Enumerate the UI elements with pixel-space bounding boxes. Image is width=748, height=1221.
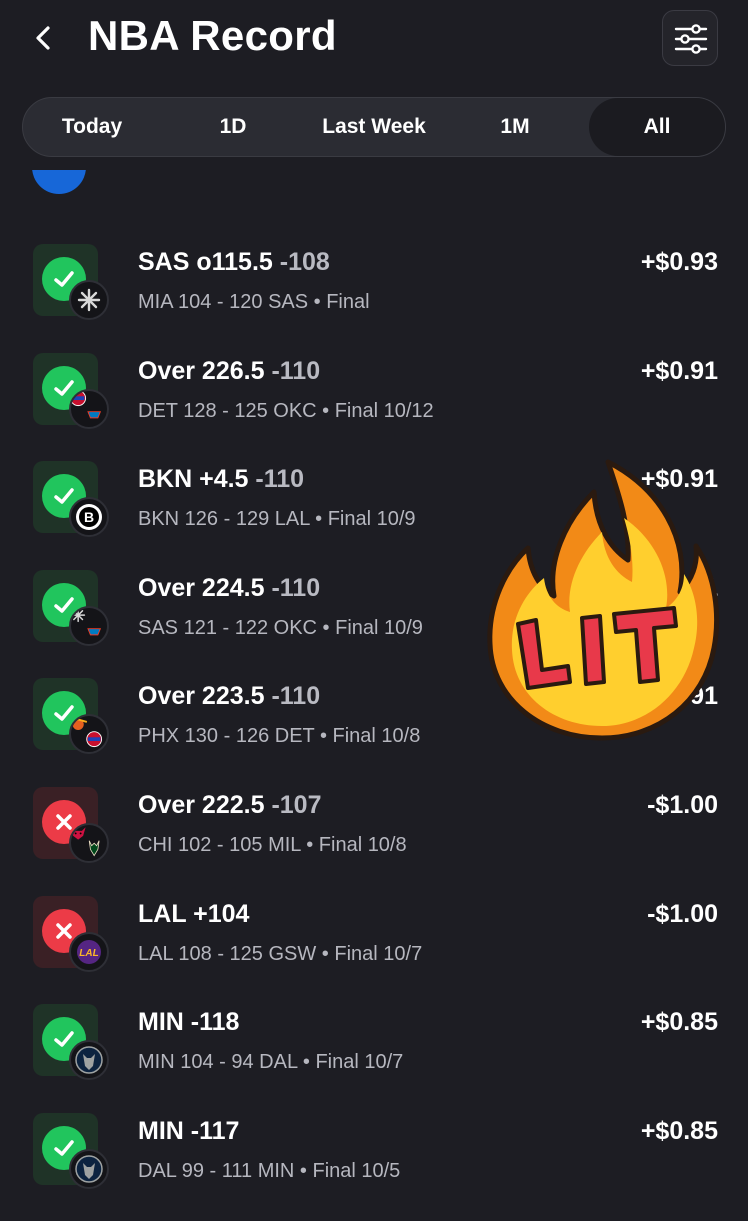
bet-pick-label: SAS o115.5 <box>138 248 273 276</box>
bet-pick-label: Over 223.5 <box>138 682 265 711</box>
bet-pick-label: MIN -118 <box>138 1008 240 1037</box>
bet-odds: -110 <box>271 573 321 602</box>
team-logo-icon <box>69 280 109 320</box>
bet-pick: Over 224.5 -110 <box>138 574 320 603</box>
team-logo-icon: B <box>69 497 109 538</box>
game-result: PHX 130 - 126 DET • Final 10/8 <box>138 725 421 748</box>
chevron-left-icon <box>36 26 50 50</box>
bet-row[interactable]: Over 222.5 -107 CHI 102 - 105 MIL • Final… <box>0 787 748 895</box>
bet-row[interactable]: LAL LAL +104 LAL 108 - 125 GSW • Final 10/… <box>0 895 748 1004</box>
fire-sticker <box>484 456 720 746</box>
partial-list-item <box>0 170 748 210</box>
tab-1d[interactable]: 1D <box>173 98 293 156</box>
bet-pick: BKN +4.5 -110 <box>138 465 304 494</box>
bet-row[interactable]: Over 226.5 -110 DET 128 - 125 OKC • Final… <box>0 352 748 461</box>
team-logo-icon <box>69 823 109 863</box>
sliders-icon <box>674 24 708 54</box>
bet-odds: -108 <box>279 248 330 276</box>
game-result: DAL 99 - 111 MIN • Final 10/5 <box>138 1159 401 1182</box>
bet-pick-label: MIN -117 <box>138 1116 240 1145</box>
bet-pick: SAS o115.5 -108 <box>138 248 330 277</box>
team-logo-icon <box>69 388 109 429</box>
status-circle-icon <box>32 170 86 194</box>
bet-pick-label: Over 224.5 <box>138 573 265 602</box>
bet-odds: -110 <box>271 682 321 711</box>
tab-all[interactable]: All <box>589 98 725 156</box>
bet-pick: LAL +104 <box>138 900 249 929</box>
filter-button[interactable] <box>662 10 718 66</box>
profit-amount: -$1.00 <box>647 899 718 928</box>
game-result: SAS 121 - 122 OKC • Final 10/9 <box>138 616 423 639</box>
time-range-tabs: Today 1D Last Week 1M All <box>22 97 726 157</box>
profit-amount: -$1.00 <box>647 791 718 819</box>
bet-row[interactable]: SAS o115.5 -108 MIA 104 - 120 SAS • Final… <box>0 244 748 352</box>
bet-pick-label: Over 226.5 <box>138 356 265 385</box>
bet-pick: MIN -118 <box>138 1008 239 1037</box>
bet-pick: Over 226.5 -110 <box>138 357 320 386</box>
team-logo-icon <box>69 714 109 755</box>
bet-pick: MIN -117 <box>138 1117 239 1146</box>
page-title: NBA Record <box>88 12 337 59</box>
team-logo-icon <box>69 605 109 646</box>
game-result: DET 128 - 125 OKC • Final 10/12 <box>138 399 434 422</box>
game-result: BKN 126 - 129 LAL • Final 10/9 <box>138 508 416 531</box>
profit-amount: +$0.93 <box>640 248 718 276</box>
bet-odds: -107 <box>271 791 322 819</box>
profit-amount: +$0.85 <box>640 1116 718 1145</box>
bet-pick-label: LAL +104 <box>138 899 250 928</box>
back-button[interactable] <box>30 20 58 56</box>
bet-odds: -110 <box>271 356 321 385</box>
bet-pick: Over 223.5 -110 <box>138 682 320 711</box>
bet-pick-label: Over 222.5 <box>138 791 265 819</box>
bet-pick-label: BKN +4.5 <box>138 465 249 494</box>
fire-sticker-icon <box>487 459 720 741</box>
tab-today[interactable]: Today <box>23 98 161 156</box>
header: NBA Record <box>0 0 748 90</box>
svg-text:B: B <box>84 509 94 525</box>
game-result: LAL 108 - 125 GSW • Final 10/7 <box>138 942 423 965</box>
game-result: CHI 102 - 105 MIL • Final 10/8 <box>138 834 407 856</box>
tab-last-week[interactable]: Last Week <box>303 98 445 156</box>
game-result: MIA 104 - 120 SAS • Final <box>138 291 370 313</box>
profit-amount: +$0.85 <box>640 1008 718 1037</box>
bet-row[interactable]: MIN -117 DAL 99 - 111 MIN • Final 10/5 +$0… <box>0 1112 748 1221</box>
game-result: MIN 104 - 94 DAL • Final 10/7 <box>138 1051 404 1074</box>
team-logo-icon <box>69 1040 109 1081</box>
tab-1m[interactable]: 1M <box>455 98 575 156</box>
svg-text:LAL: LAL <box>79 948 98 959</box>
team-logo-icon <box>69 1148 109 1189</box>
team-logo-icon: LAL <box>69 931 109 972</box>
bet-row[interactable]: MIN -118 MIN 104 - 94 DAL • Final 10/7 +$0… <box>0 1004 748 1112</box>
profit-amount: +$0.91 <box>640 356 718 385</box>
bet-odds: -110 <box>255 465 305 494</box>
bet-pick: Over 222.5 -107 <box>138 791 322 820</box>
